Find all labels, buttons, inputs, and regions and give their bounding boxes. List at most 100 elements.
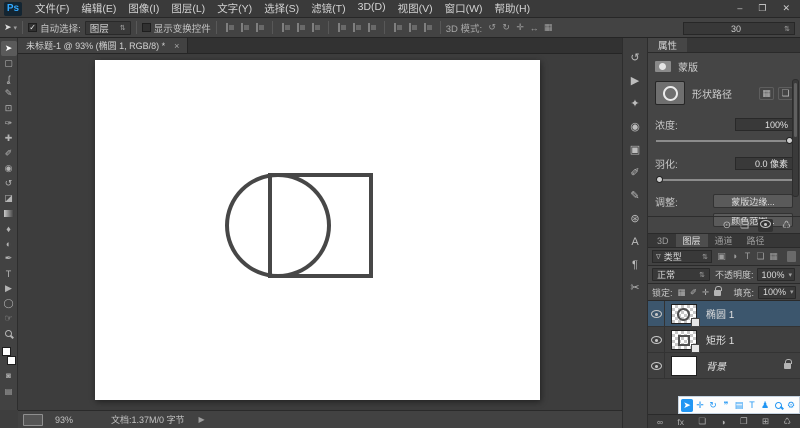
layer-row[interactable]: 背景 (648, 353, 800, 379)
clone-stamp-tool[interactable]: ◉ (1, 161, 17, 176)
move-tool[interactable]: ➤ (0, 41, 17, 56)
auto-select-dropdown[interactable]: 图层 ⇅ (84, 20, 131, 35)
blend-mode-dropdown[interactable]: 正常 ⇅ (652, 268, 710, 281)
feather-slider-knob[interactable] (656, 176, 663, 183)
color-swatches[interactable] (1, 347, 17, 365)
align-bottom-icon[interactable] (310, 22, 321, 33)
3d-rotate-icon[interactable]: ↺ (485, 22, 499, 33)
shape-path-thumbnail[interactable] (655, 81, 685, 105)
quote-icon[interactable]: ❞ (720, 399, 732, 412)
move-icon[interactable]: ✛ (694, 399, 706, 412)
distribute-h-center-icon[interactable] (407, 22, 418, 33)
mask-edge-button[interactable]: 蒙版边缘... (713, 194, 793, 208)
align-right-icon[interactable] (254, 22, 265, 33)
layer-row[interactable]: 椭圆 1 (648, 301, 800, 327)
hand-tool[interactable]: ☞ (1, 311, 17, 326)
visibility-toggle[interactable] (648, 301, 665, 326)
character-panel-icon[interactable]: A (624, 230, 646, 253)
opacity-dropdown[interactable]: 100% ▾ (756, 268, 795, 281)
filter-shape-layers-icon[interactable]: ❏ (754, 251, 767, 262)
pen-tool[interactable]: ✒ (1, 251, 17, 266)
shirt-icon[interactable]: T (746, 399, 758, 412)
tool-preset-picker[interactable]: ➤ ▾ (4, 22, 17, 33)
menu-item[interactable]: 窗口(W) (439, 1, 489, 16)
history-brush-tool[interactable]: ↺ (1, 176, 17, 191)
blur-tool[interactable]: ♦ (1, 221, 17, 236)
rotate-icon[interactable]: ↻ (707, 399, 719, 412)
person-icon[interactable]: ♟ (759, 399, 771, 412)
path-selection-tool[interactable]: ▶ (1, 281, 17, 296)
filter-pixel-layers-icon[interactable]: ▣ (715, 251, 728, 262)
background-color-swatch[interactable] (6, 356, 16, 365)
layer-style-icon[interactable]: fx (677, 417, 684, 427)
healing-brush-tool[interactable]: ✚ (1, 131, 17, 146)
quick-selection-tool[interactable]: ✎ (1, 86, 17, 101)
menu-item[interactable]: 帮助(H) (489, 1, 537, 16)
align-v-center-icon[interactable] (295, 22, 306, 33)
layer-row[interactable]: 矩形 1 (648, 327, 800, 353)
menu-item[interactable]: 编辑(E) (75, 1, 122, 16)
delete-layer-icon[interactable]: ♺ (783, 416, 791, 427)
align-h-center-icon[interactable] (239, 22, 250, 33)
menu-item[interactable]: 文字(Y) (211, 1, 258, 16)
magnifier-icon[interactable] (772, 399, 784, 412)
brush-tool[interactable]: ✐ (1, 146, 17, 161)
3d-drag-icon[interactable]: ✛ (513, 22, 527, 33)
distribute-v-center-icon[interactable] (351, 22, 362, 33)
lock-all-icon[interactable] (713, 285, 723, 298)
add-vector-mask-button[interactable]: ❏ (778, 86, 793, 100)
menu-item[interactable]: 视图(V) (392, 1, 439, 16)
menu-item[interactable]: 滤镜(T) (305, 1, 351, 16)
visibility-toggle[interactable] (648, 353, 665, 378)
lock-position-icon[interactable]: ✛ (701, 287, 711, 298)
status-expand-icon[interactable]: ▶ (199, 415, 205, 424)
new-adjustment-layer-icon[interactable]: ◑ (720, 417, 725, 427)
add-pixel-mask-button[interactable]: ▦ (759, 86, 774, 100)
menu-item[interactable]: 3D(D) (352, 1, 392, 16)
filter-type-dropdown[interactable]: ∇ 类型 ⇅ (652, 250, 712, 263)
eyedropper-tool[interactable]: ✑ (1, 116, 17, 131)
screen-mode-icon[interactable] (23, 413, 43, 426)
canvas[interactable] (95, 60, 540, 400)
load-selection-icon[interactable]: ⊙ (723, 220, 731, 231)
restore-button[interactable]: ❐ (758, 3, 766, 14)
zoom-tool[interactable] (1, 326, 17, 341)
menu-item[interactable]: 文件(F) (29, 1, 75, 16)
document-tab[interactable]: 未标题-1 @ 93% (椭圆 1, RGB/8) * × (18, 38, 189, 53)
3d-roll-icon[interactable]: ↻ (499, 22, 513, 33)
tab-properties[interactable]: 属性 (648, 38, 688, 52)
scrollbar-thumb[interactable] (794, 83, 797, 137)
card-icon[interactable]: ▤ (733, 399, 745, 412)
distribute-left-icon[interactable] (392, 22, 403, 33)
lasso-tool[interactable]: ʆ (1, 71, 17, 86)
feather-slider[interactable] (655, 175, 793, 184)
close-button[interactable]: ✕ (782, 3, 790, 14)
adjustments-panel-icon[interactable]: ✦ (624, 92, 646, 115)
screen-mode-icon[interactable]: ▤ (2, 385, 16, 397)
eraser-tool[interactable]: ◪ (1, 191, 17, 206)
distribute-bottom-icon[interactable] (366, 22, 377, 33)
density-slider[interactable] (655, 136, 793, 145)
properties-scrollbar[interactable] (792, 79, 799, 197)
tab-3D[interactable]: 3D (650, 234, 676, 247)
options-value-field[interactable]: 30 ⇅ (683, 22, 795, 35)
gradient-tool[interactable] (1, 206, 17, 221)
tool-presets-panel-icon[interactable]: ✂ (624, 276, 646, 299)
menu-item[interactable]: 图像(I) (122, 1, 165, 16)
tab-路径[interactable]: 路径 (740, 234, 772, 247)
brush-panel-icon[interactable]: ✐ (624, 161, 646, 184)
layer-thumbnail[interactable] (671, 303, 700, 327)
link-layers-icon[interactable]: ∞ (657, 417, 663, 427)
add-layer-mask-icon[interactable]: ❏ (698, 416, 706, 427)
new-group-icon[interactable]: ❐ (740, 416, 748, 427)
tab-图层[interactable]: 图层 (675, 234, 708, 247)
dodge-tool[interactable]: ◐ (1, 236, 17, 251)
type-tool[interactable]: T (1, 266, 17, 281)
apply-mask-icon[interactable]: ❏ (740, 220, 749, 231)
3d-slide-icon[interactable]: ↔ (527, 23, 541, 33)
auto-select-checkbox[interactable]: ✓ (28, 23, 38, 32)
tab-close-icon[interactable]: × (174, 41, 179, 51)
zoom-level[interactable]: 93% (55, 415, 73, 425)
marquee-tool[interactable]: ▢ (1, 56, 17, 71)
quick-mask-icon[interactable]: ◙ (2, 369, 16, 381)
